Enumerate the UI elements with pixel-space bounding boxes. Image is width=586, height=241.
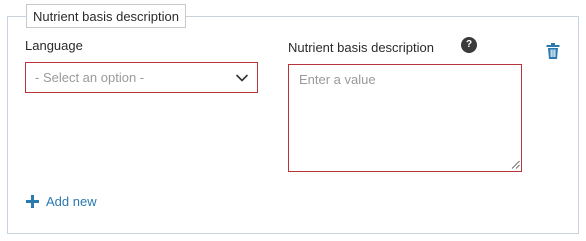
nutrient-basis-description-label: Nutrient basis description: [288, 40, 434, 55]
chevron-down-icon: [236, 74, 248, 82]
nutrient-basis-description-input[interactable]: [288, 64, 522, 172]
language-select-value: - Select an option -: [35, 70, 145, 85]
language-label: Language: [25, 38, 83, 53]
plus-icon: [26, 194, 39, 208]
trash-icon[interactable]: [546, 43, 560, 59]
help-icon[interactable]: ?: [461, 37, 477, 53]
add-new-label: Add new: [46, 193, 97, 209]
language-select[interactable]: - Select an option -: [25, 62, 258, 93]
fieldset-legend: Nutrient basis description: [26, 4, 186, 28]
add-new-button[interactable]: Add new: [26, 192, 97, 210]
